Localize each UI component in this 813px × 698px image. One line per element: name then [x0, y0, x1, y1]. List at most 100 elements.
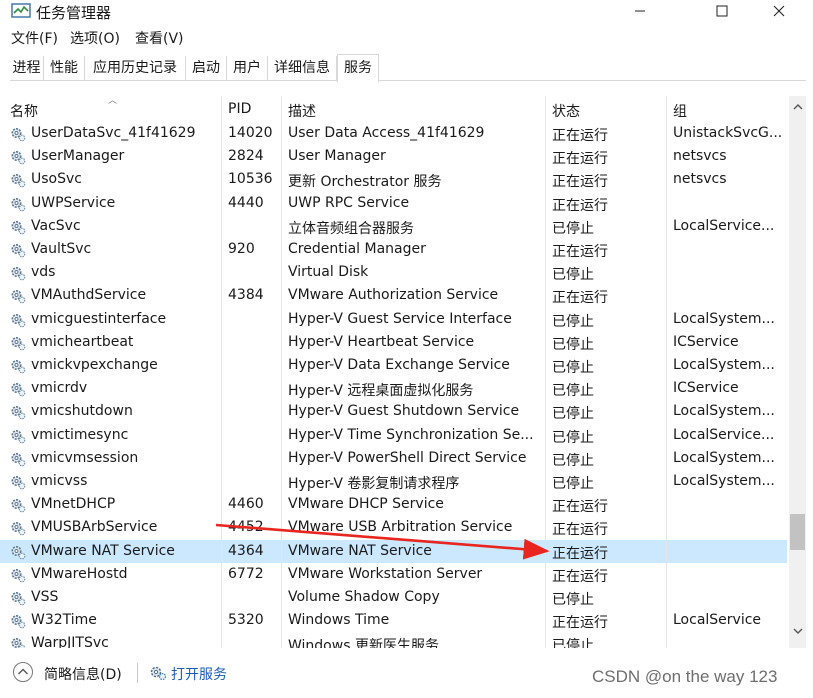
column-divider — [281, 96, 282, 648]
service-pid: 2824 — [228, 148, 264, 165]
column-header-name[interactable]: 名称 — [10, 101, 38, 121]
service-group: UnistackSvcG... — [673, 125, 783, 141]
open-services-link[interactable]: 打开服务 — [171, 664, 227, 684]
service-status: 已停止 — [552, 360, 594, 376]
table-row[interactable]: vmickvpexchange Hyper-V Data Exchange Ser… — [0, 354, 787, 377]
tab-bar: 进程 性能 应用历史记录 启动 用户 详细信息 服务 — [10, 54, 806, 83]
service-description: 更新 Orchestrator 服务 — [288, 174, 442, 191]
maximize-icon — [716, 5, 728, 17]
service-name: VMwareHostd — [31, 565, 128, 582]
service-gear-icon — [11, 151, 26, 165]
service-group: LocalService... — [673, 426, 775, 443]
column-header-status[interactable]: 状态 — [552, 101, 580, 121]
tab-users[interactable]: 用户 — [227, 56, 268, 80]
service-status: 正在运行 — [552, 174, 608, 191]
service-status: 已停止 — [552, 592, 594, 608]
minimize-button[interactable] — [612, 0, 668, 22]
service-gear-icon — [11, 522, 26, 536]
table-row[interactable]: VMUSBArbService 4452 VMware USB Arbitratio… — [0, 516, 787, 539]
scroll-up-button[interactable] — [789, 98, 806, 115]
table-row[interactable]: W32Time 5320 Windows Time 正在运行 LocalService — [0, 609, 787, 632]
service-name: VMAuthdService — [31, 287, 147, 304]
scroll-down-button[interactable] — [789, 623, 806, 640]
service-description: Hyper-V 远程桌面虚拟化服务 — [288, 383, 474, 400]
table-row[interactable]: UserDataSvc_41f41629 14020 User Data Acces… — [0, 122, 787, 145]
service-name: UserDataSvc_41f41629 — [31, 125, 196, 141]
table-row[interactable]: vmicvmsession Hyper-V PowerShell Direct S… — [0, 447, 787, 470]
service-name: vmickvpexchange — [31, 357, 158, 373]
table-row[interactable]: UserManager 2824 User Manager 正在运行 netsvcs — [0, 145, 787, 168]
service-status: 正在运行 — [552, 568, 608, 585]
tab-details[interactable]: 详细信息 — [268, 56, 337, 80]
scrollbar-thumb[interactable] — [790, 514, 805, 550]
fewer-details-link[interactable]: 简略信息(D) — [44, 664, 122, 684]
vertical-scrollbar[interactable] — [789, 96, 806, 648]
table-row[interactable]: vmicguestinterface Hyper-V Guest Service … — [0, 308, 787, 331]
service-description: Hyper-V 卷影复制请求程序 — [288, 476, 460, 492]
service-group: ICService — [673, 380, 739, 397]
service-pid: 4440 — [228, 194, 264, 211]
table-row[interactable]: VaultSvc 920 Credential Manager 正在运行 — [0, 238, 787, 261]
table-row[interactable]: VMAuthdService 4384 VMware Authorization S… — [0, 284, 787, 307]
service-gear-icon — [11, 568, 26, 583]
service-pid: 14020 — [228, 125, 273, 141]
services-gear-icon — [150, 666, 167, 681]
service-name: VMware NAT Service — [31, 542, 175, 559]
menu-view[interactable]: 查看(V) — [135, 28, 184, 48]
close-icon — [773, 5, 785, 17]
column-header-group[interactable]: 组 — [673, 101, 687, 121]
service-group: ICService — [673, 333, 739, 350]
table-row[interactable]: WarpJITSvc Windows 更新医生服务 已停止 — [0, 632, 787, 648]
collapse-up-icon[interactable] — [12, 661, 34, 683]
service-description: Hyper-V Data Exchange Service — [288, 357, 510, 373]
tab-performance[interactable]: 性能 — [44, 56, 85, 80]
tab-processes[interactable]: 进程 — [10, 56, 44, 80]
service-description: Windows Time — [288, 612, 390, 629]
service-name: VSS — [31, 589, 59, 605]
table-row[interactable]: vmicvss Hyper-V 卷影复制请求程序 已停止 LocalSystem... — [0, 470, 787, 493]
close-button[interactable] — [751, 0, 807, 22]
table-row[interactable]: VMware NAT Service 4364 VMware NAT Service… — [0, 539, 787, 563]
service-status: 正在运行 — [552, 615, 608, 632]
column-header-description[interactable]: 描述 — [288, 101, 316, 121]
service-name: VacSvc — [31, 217, 81, 234]
service-gear-icon — [11, 290, 26, 304]
service-status: 正在运行 — [552, 545, 608, 562]
table-row[interactable]: VSS Volume Shadow Copy 已停止 — [0, 586, 787, 609]
service-pid: 4452 — [228, 519, 264, 536]
table-row[interactable]: vds Virtual Disk 已停止 — [0, 261, 787, 284]
menu-options[interactable]: 选项(O) — [70, 28, 120, 48]
tab-services[interactable]: 服务 — [337, 54, 379, 83]
service-gear-icon — [11, 592, 26, 606]
service-description: Virtual Disk — [288, 264, 369, 281]
service-description: Credential Manager — [288, 241, 426, 257]
service-description: VMware NAT Service — [288, 542, 432, 559]
service-status: 已停止 — [552, 429, 594, 446]
service-group: LocalSystem... — [673, 473, 775, 489]
service-status: 正在运行 — [552, 244, 608, 260]
maximize-button[interactable] — [694, 0, 750, 22]
service-gear-icon — [11, 244, 26, 258]
service-group: netsvcs — [673, 148, 727, 165]
tab-app-history[interactable]: 应用历史记录 — [85, 56, 186, 80]
table-row[interactable]: VMwareHostd 6772 VMware Workstation Server… — [0, 563, 787, 586]
table-row[interactable]: VMnetDHCP 4460 VMware DHCP Service 正在运行 — [0, 493, 787, 516]
service-status: 已停止 — [552, 336, 594, 353]
table-row[interactable]: vmicheartbeat Hyper-V Heartbeat Service 已停… — [0, 331, 787, 354]
tab-startup[interactable]: 启动 — [186, 56, 227, 80]
table-row[interactable]: vmictimesync Hyper-V Time Synchronization… — [0, 424, 787, 447]
table-row[interactable]: UsoSvc 10536 更新 Orchestrator 服务 正在运行 netsvcs — [0, 168, 787, 191]
column-header-pid[interactable]: PID — [228, 101, 251, 117]
table-row[interactable]: UWPService 4440 UWP RPC Service 正在运行 — [0, 192, 787, 215]
menu-file[interactable]: 文件(F) — [11, 28, 58, 48]
service-gear-icon — [11, 545, 26, 559]
table-row[interactable]: VacSvc 立体音频组合器服务 已停止 LocalService... — [0, 215, 787, 238]
service-pid: 4384 — [228, 287, 264, 304]
service-pid: 10536 — [228, 171, 273, 188]
watermark: CSDN @on the way 123 — [592, 667, 778, 686]
table-row[interactable]: vmicshutdown Hyper-V Guest Shutdown Servi… — [0, 400, 787, 423]
table-row[interactable]: vmicrdv Hyper-V 远程桌面虚拟化服务 已停止 ICService — [0, 377, 787, 400]
service-gear-icon — [11, 452, 26, 467]
service-description: Volume Shadow Copy — [288, 589, 440, 605]
service-description: Windows 更新医生服务 — [288, 638, 439, 648]
